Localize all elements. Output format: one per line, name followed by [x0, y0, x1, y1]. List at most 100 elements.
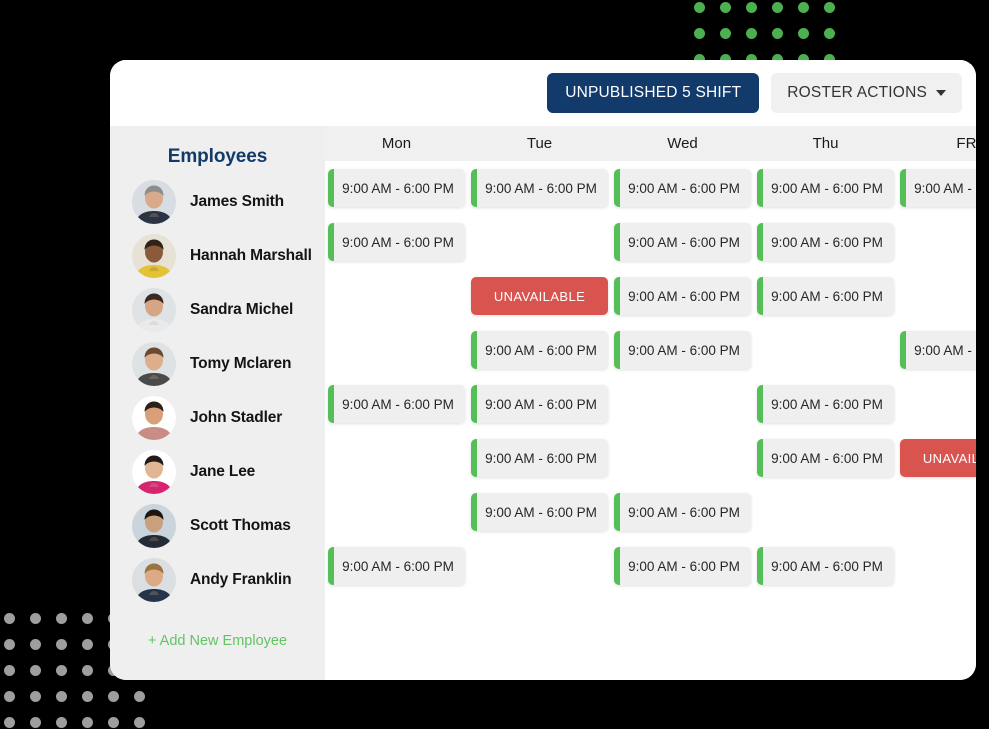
schedule-cell[interactable]: 9:00 AM - 6:00 PM	[611, 539, 754, 593]
schedule-cell[interactable]	[897, 485, 976, 539]
employee-row[interactable]: Andy Franklin	[110, 553, 325, 607]
schedule-cell[interactable]: 9:00 AM - 6:00 PM	[468, 161, 611, 215]
unavailable-label: UNAVAILABLE	[493, 288, 586, 304]
schedule-cell[interactable]: 9:00 AM - 6:00 PM	[611, 161, 754, 215]
shift-chip[interactable]: 9:00 AM - 6:00 PM	[757, 277, 894, 315]
schedule-cell[interactable]: 9:00 AM - 6:00 PM	[468, 377, 611, 431]
schedule-cell[interactable]: 9:00 AM - 6:00 PM	[754, 377, 897, 431]
decorative-dot	[4, 613, 15, 624]
decorative-dot	[824, 2, 835, 13]
shift-time-label: 9:00 AM - 6:00 PM	[771, 558, 883, 574]
schedule-cell[interactable]	[897, 269, 976, 323]
add-new-employee-link[interactable]: + Add New Employee	[110, 633, 325, 649]
unpublished-shifts-button[interactable]: UNPUBLISHED 5 SHIFT	[547, 73, 760, 113]
decorative-dot	[720, 28, 731, 39]
schedule-cell[interactable]: UNAVAILABLE	[468, 269, 611, 323]
schedule-cell[interactable]: 9:00 AM - 6:00 PM	[897, 161, 976, 215]
schedule-cell[interactable]: 9:00 AM - 6:00 PM	[897, 323, 976, 377]
shift-chip[interactable]: 9:00 AM - 6:00 PM	[757, 169, 894, 207]
schedule-cell[interactable]	[897, 539, 976, 593]
schedule-cell[interactable]	[468, 215, 611, 269]
day-header-mon: Mon	[381, 135, 412, 152]
schedule-cell[interactable]	[468, 539, 611, 593]
decorative-dot	[30, 717, 41, 728]
schedule-cell[interactable]: 9:00 AM - 6:00 PM	[325, 215, 468, 269]
day-header-row: Mon Tue Wed Thu FRI	[325, 126, 976, 161]
shift-chip[interactable]: 9:00 AM - 6:00 PM	[328, 169, 465, 207]
employee-row[interactable]: James Smith	[110, 175, 325, 229]
schedule-cell[interactable]: 9:00 AM - 6:00 PM	[325, 539, 468, 593]
shift-chip[interactable]: 9:00 AM - 6:00 PM	[757, 547, 894, 585]
shift-chip[interactable]: 9:00 AM - 6:00 PM	[757, 223, 894, 261]
schedule-cell[interactable]: 9:00 AM - 6:00 PM	[325, 161, 468, 215]
schedule-row: 9:00 AM - 6:00 PM 9:00 AM - 6:00 PM UNAVAI…	[325, 431, 976, 485]
schedule-cell[interactable]: 9:00 AM - 6:00 PM	[754, 161, 897, 215]
schedule-row: 9:00 AM - 6:00 PM 9:00 AM - 6:00 PM 9:00 A…	[325, 215, 976, 269]
avatar	[132, 234, 176, 278]
schedule-cell[interactable]	[754, 485, 897, 539]
shift-chip[interactable]: 9:00 AM - 6:00 PM	[328, 223, 465, 261]
schedule-cell[interactable]	[325, 485, 468, 539]
schedule-cell[interactable]	[754, 323, 897, 377]
schedule-cell[interactable]: 9:00 AM - 6:00 PM	[468, 431, 611, 485]
avatar	[132, 342, 176, 386]
schedule-cell[interactable]	[897, 215, 976, 269]
employee-row[interactable]: John Stadler	[110, 391, 325, 445]
employee-row[interactable]: Sandra Michel	[110, 283, 325, 337]
shift-chip[interactable]: 9:00 AM - 6:00 PM	[471, 493, 608, 531]
schedule-cell[interactable]: 9:00 AM - 6:00 PM	[611, 269, 754, 323]
schedule-cell[interactable]	[325, 323, 468, 377]
schedule-cell[interactable]: 9:00 AM - 6:00 PM	[611, 323, 754, 377]
shift-chip[interactable]: 9:00 AM - 6:00 PM	[757, 385, 894, 423]
shift-chip[interactable]: 9:00 AM - 6:00 PM	[900, 331, 976, 369]
schedule-cell[interactable]: 9:00 AM - 6:00 PM	[468, 485, 611, 539]
schedule-cell[interactable]: 9:00 AM - 6:00 PM	[754, 215, 897, 269]
shift-chip[interactable]: 9:00 AM - 6:00 PM	[757, 439, 894, 477]
shift-chip[interactable]: 9:00 AM - 6:00 PM	[614, 331, 751, 369]
schedule-cell[interactable]: 9:00 AM - 6:00 PM	[611, 215, 754, 269]
shift-chip[interactable]: 9:00 AM - 6:00 PM	[614, 277, 751, 315]
roster-actions-button[interactable]: ROSTER ACTIONS	[771, 73, 962, 113]
schedule-cell[interactable]: 9:00 AM - 6:00 PM	[325, 377, 468, 431]
unavailable-chip[interactable]: UNAVAILABLE	[471, 277, 608, 315]
employee-row[interactable]: Hannah Marshall	[110, 229, 325, 283]
shift-time-label: 9:00 AM - 6:00 PM	[771, 180, 883, 196]
schedule-cell[interactable]: 9:00 AM - 6:00 PM	[754, 539, 897, 593]
schedule-cell[interactable]	[611, 377, 754, 431]
day-header-fri: FRI	[956, 135, 976, 152]
employee-row[interactable]: Tomy Mclaren	[110, 337, 325, 391]
schedule-cell[interactable]	[897, 377, 976, 431]
decorative-dot	[82, 639, 93, 650]
schedule-cell[interactable]	[325, 269, 468, 323]
schedule-cell[interactable]: 9:00 AM - 6:00 PM	[468, 323, 611, 377]
shift-time-label: 9:00 AM - 6:00 PM	[628, 558, 740, 574]
day-header-wed: Wed	[667, 135, 698, 152]
shift-chip[interactable]: 9:00 AM - 6:00 PM	[614, 547, 751, 585]
shift-chip[interactable]: 9:00 AM - 6:00 PM	[614, 223, 751, 261]
day-header-tue: Tue	[526, 135, 553, 152]
schedule-cell[interactable]: 9:00 AM - 6:00 PM	[754, 431, 897, 485]
employee-name: Jane Lee	[190, 463, 256, 480]
shift-chip[interactable]: 9:00 AM - 6:00 PM	[328, 547, 465, 585]
employee-row[interactable]: Jane Lee	[110, 445, 325, 499]
shift-chip[interactable]: 9:00 AM - 6:00 PM	[614, 169, 751, 207]
schedule-cell[interactable]	[611, 431, 754, 485]
shift-chip[interactable]: 9:00 AM - 6:00 PM	[900, 169, 976, 207]
unavailable-chip[interactable]: UNAVAILABLE	[900, 439, 976, 477]
decorative-dot	[30, 691, 41, 702]
shift-chip[interactable]: 9:00 AM - 6:00 PM	[328, 385, 465, 423]
shift-chip[interactable]: 9:00 AM - 6:00 PM	[614, 493, 751, 531]
shift-time-label: 9:00 AM - 6:00 PM	[485, 180, 597, 196]
schedule-row: 9:00 AM - 6:00 PM 9:00 AM - 6:00 PM 9:00 A…	[325, 539, 976, 593]
employee-row[interactable]: Scott Thomas	[110, 499, 325, 553]
schedule-cell[interactable]: 9:00 AM - 6:00 PM	[611, 485, 754, 539]
shift-chip[interactable]: 9:00 AM - 6:00 PM	[471, 439, 608, 477]
decorative-dot	[746, 2, 757, 13]
schedule-grid: MonTueWedThuFRI 9:00 AM - 6:00 PM9:00 AM…	[325, 126, 976, 680]
schedule-cell[interactable]: UNAVAILABLE	[897, 431, 976, 485]
schedule-cell[interactable]: 9:00 AM - 6:00 PM	[754, 269, 897, 323]
shift-chip[interactable]: 9:00 AM - 6:00 PM	[471, 331, 608, 369]
shift-chip[interactable]: 9:00 AM - 6:00 PM	[471, 169, 608, 207]
schedule-cell[interactable]	[325, 431, 468, 485]
shift-chip[interactable]: 9:00 AM - 6:00 PM	[471, 385, 608, 423]
